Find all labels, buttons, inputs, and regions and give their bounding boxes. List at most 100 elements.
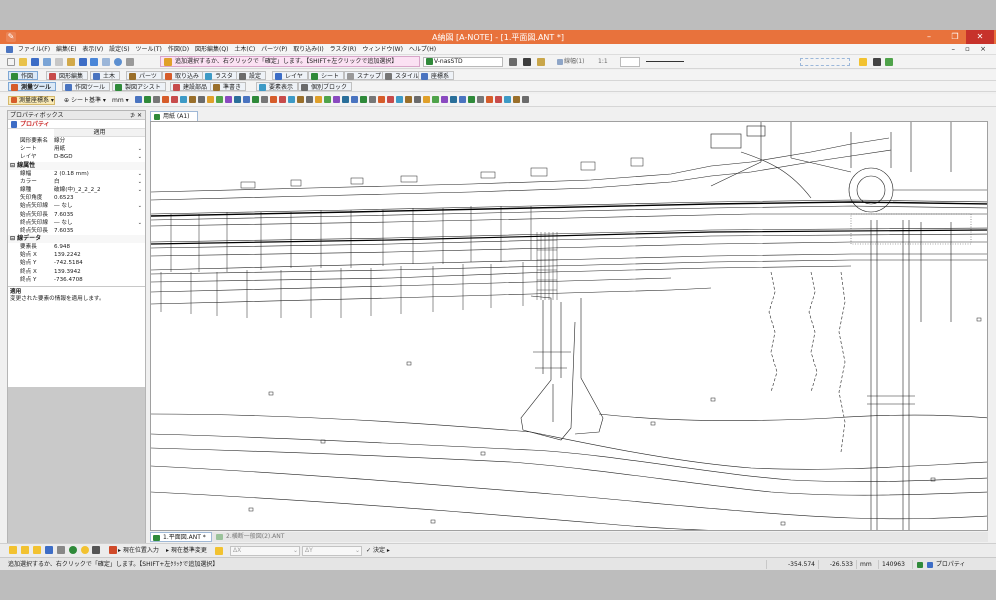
mdi-window-controls[interactable]: – ▫ ×: [951, 44, 990, 55]
menu-draw[interactable]: 作図(D): [166, 44, 191, 55]
draw-tool-icon[interactable]: [387, 96, 394, 103]
draw-tool-icon[interactable]: [342, 96, 349, 103]
color-icon[interactable]: [537, 58, 545, 66]
draw-tool-icon[interactable]: [135, 96, 142, 103]
draw-tool-icon[interactable]: [450, 96, 457, 103]
menu-view[interactable]: 表示(V): [80, 44, 105, 55]
track-icon[interactable]: [44, 546, 53, 554]
chevron-down-icon[interactable]: ⌄: [138, 219, 142, 227]
draw-tool-icon[interactable]: [225, 96, 232, 103]
draw-tool-icon[interactable]: [189, 96, 196, 103]
menu-file[interactable]: ファイル(F): [16, 44, 52, 55]
draw-tool-icon[interactable]: [261, 96, 268, 103]
line-icon[interactable]: [56, 546, 65, 554]
color-swatch[interactable]: [620, 57, 640, 67]
tab-settings[interactable]: 設定: [236, 71, 267, 80]
snap-indicators[interactable]: [800, 58, 850, 66]
draw-tool-icon[interactable]: [324, 96, 331, 103]
dx-input[interactable]: ΔX ⌄: [230, 546, 300, 556]
panel-pin-close[interactable]: ⊅ ✕: [130, 111, 142, 120]
center-icon[interactable]: [80, 546, 89, 554]
chevron-down-icon[interactable]: ⌄: [138, 153, 142, 161]
sheet-tab[interactable]: 用紙 (A1): [150, 111, 198, 121]
coord-system-combo[interactable]: 測量座標系 ▾: [8, 96, 55, 105]
draw-tool-icon[interactable]: [234, 96, 241, 103]
chevron-down-icon[interactable]: ⌄: [138, 178, 142, 186]
tab-coords[interactable]: 座標系: [418, 71, 455, 80]
draw-tool-icon[interactable]: [144, 96, 151, 103]
menu-edit[interactable]: 編集(E): [54, 44, 78, 55]
draw-tool-icon[interactable]: [360, 96, 367, 103]
save-icon[interactable]: [30, 58, 39, 66]
chevron-down-icon[interactable]: ⌄: [138, 202, 142, 210]
draw-tool-icon[interactable]: [153, 96, 160, 103]
prop-row[interactable]: 要素長 6.948: [8, 243, 145, 251]
draw-tool-icon[interactable]: [414, 96, 421, 103]
doc-tab-cross-section[interactable]: 2.横断一般図(2).ANT: [214, 532, 294, 542]
snap-icon[interactable]: [32, 546, 41, 554]
draw-tool-icon[interactable]: [495, 96, 502, 103]
minimize-button[interactable]: –: [918, 30, 940, 44]
ortho-icon[interactable]: [20, 546, 29, 554]
prop-row[interactable]: 始点 Y -742.5184: [8, 259, 145, 267]
cut-icon[interactable]: [54, 58, 63, 66]
draw-tool-icon[interactable]: [315, 96, 322, 103]
prop-row[interactable]: 始点 X 139.2242: [8, 251, 145, 259]
info-icon[interactable]: [859, 58, 867, 66]
draw-tool-icon[interactable]: [369, 96, 376, 103]
grid-icon[interactable]: [9, 546, 17, 554]
prop-row[interactable]: 終点矢印長 7.6035: [8, 227, 145, 235]
menu-civil[interactable]: 土木(C): [232, 44, 257, 55]
redo-icon[interactable]: [102, 58, 111, 66]
sheet-base-combo[interactable]: ⊕ シート基準 ▾: [64, 96, 106, 105]
prop-row[interactable]: 終点矢印線 ― なし ⌄: [8, 219, 145, 227]
menu-parts[interactable]: パーツ(P): [259, 44, 289, 55]
chevron-down-icon[interactable]: ⌄: [138, 170, 142, 178]
draw-tool-icon[interactable]: [306, 96, 313, 103]
tool-building-parts[interactable]: 建設部品: [170, 82, 213, 91]
equal-icon[interactable]: [92, 546, 101, 554]
draw-tool-icon[interactable]: [441, 96, 448, 103]
draw-tool-icon[interactable]: [297, 96, 304, 103]
context-help-icon[interactable]: [126, 58, 135, 66]
open-folder-icon[interactable]: [18, 58, 27, 66]
draw-tool-icon[interactable]: [252, 96, 259, 103]
confirm-button[interactable]: ✓ 決定 ▸: [366, 546, 390, 556]
chevron-down-icon[interactable]: ⌄: [138, 186, 142, 194]
linetype-preview[interactable]: [646, 61, 684, 62]
scale-combo[interactable]: 1:1: [598, 58, 608, 66]
menu-window[interactable]: ウィンドウ(W): [360, 44, 405, 55]
tab-snap[interactable]: スナップ: [344, 71, 387, 80]
prop-row[interactable]: カラー白 ⌄: [8, 178, 145, 186]
marker-icon[interactable]: [885, 58, 893, 66]
restore-button[interactable]: ❐: [944, 30, 966, 44]
draw-tool-icon[interactable]: [216, 96, 223, 103]
lock-icon[interactable]: [215, 547, 223, 555]
new-file-icon[interactable]: [7, 58, 15, 66]
apply-column-header[interactable]: 適用: [54, 129, 145, 137]
draw-tool-icon[interactable]: [333, 96, 340, 103]
base-change-button[interactable]: ▸ 現在基準変更: [166, 546, 207, 556]
draw-tool-icon[interactable]: [522, 96, 529, 103]
measure-icon[interactable]: [873, 58, 881, 66]
tool-drafting-assist[interactable]: 製図アシスト: [112, 82, 166, 91]
prop-row[interactable]: 矢印角度 0.6523: [8, 194, 145, 202]
tab-sheet[interactable]: シート: [308, 71, 345, 80]
draw-tool-icon[interactable]: [270, 96, 277, 103]
style-combo[interactable]: V-nasSTD: [423, 57, 503, 67]
menu-settings[interactable]: 設定(S): [107, 44, 132, 55]
draw-tool-icon[interactable]: [423, 96, 430, 103]
draw-tool-icon[interactable]: [405, 96, 412, 103]
draw-tool-icon[interactable]: [396, 96, 403, 103]
tool-survey[interactable]: 測量ツール: [8, 82, 57, 91]
help-icon[interactable]: [114, 58, 123, 66]
prop-row[interactable]: 線種 破線(中)_2_2_2_2 ⌄: [8, 186, 145, 194]
draw-tool-icon[interactable]: [351, 96, 358, 103]
paste-icon[interactable]: [78, 58, 87, 66]
tab-raster[interactable]: ラスタ: [202, 71, 238, 80]
tool-element-display[interactable]: 要素表示: [256, 82, 299, 91]
draw-tool-icon[interactable]: [288, 96, 295, 103]
layer-list-icon[interactable]: [509, 58, 517, 66]
table-icon[interactable]: [109, 546, 118, 554]
layer-manage-icon[interactable]: [523, 58, 531, 66]
